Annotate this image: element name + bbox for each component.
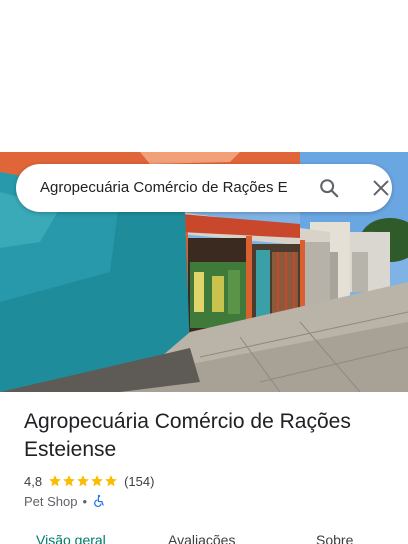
- map-blank-area: [0, 0, 408, 152]
- search-input[interactable]: Agropecuária Comércio de Rações E: [40, 164, 304, 212]
- category-row: Pet Shop •: [24, 492, 106, 510]
- place-category[interactable]: Pet Shop: [24, 494, 78, 509]
- rating-row[interactable]: 4,8 (154): [24, 472, 154, 490]
- wheelchair-icon: [94, 494, 104, 507]
- close-icon[interactable]: [370, 177, 392, 199]
- separator-dot: •: [82, 493, 88, 509]
- search-icon[interactable]: [318, 177, 340, 199]
- place-name: Agropecuária Comércio de Rações Esteiens…: [24, 410, 351, 461]
- star-icon: [63, 475, 75, 487]
- tab-reviews[interactable]: Avaliações: [168, 532, 235, 544]
- rating-value: 4,8: [24, 473, 43, 489]
- star-icon: [105, 475, 117, 487]
- review-count[interactable]: (154): [124, 474, 154, 489]
- tab-overview[interactable]: Visão geral: [36, 532, 106, 544]
- star-icon: [91, 475, 103, 487]
- search-bar[interactable]: Agropecuária Comércio de Rações E: [16, 164, 392, 212]
- star-icon: [77, 475, 89, 487]
- place-tabs: Visão geral Avaliações Sobre: [0, 526, 408, 544]
- tab-about[interactable]: Sobre: [316, 532, 353, 544]
- star-icon: [49, 475, 61, 487]
- rating-stars: [48, 474, 118, 488]
